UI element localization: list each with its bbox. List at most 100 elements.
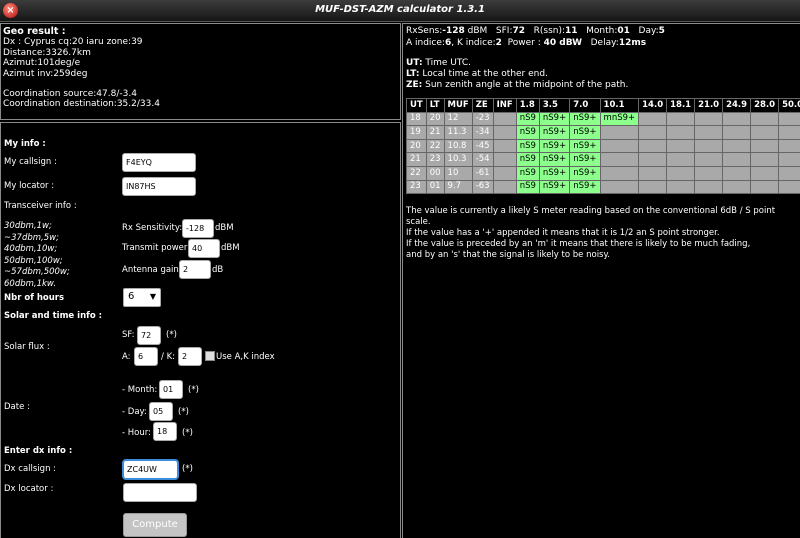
table-cell: -34 [471, 125, 494, 140]
band-empty-cell [750, 138, 780, 154]
band-empty-cell [694, 111, 724, 127]
chevron-down-icon: ▼ [149, 292, 156, 301]
table-cell: 22 [406, 165, 427, 181]
table-cell: 22 [425, 138, 445, 154]
gain-unit: dB [212, 265, 224, 275]
summary-line-2: A indice:6, K indice:2 Power : 40 dBW De… [406, 38, 647, 48]
locator-input[interactable] [122, 177, 196, 196]
a-index-input[interactable] [134, 347, 158, 366]
legend-line: If the value has a '+' appended it means… [406, 228, 720, 238]
column-header: UT [406, 98, 427, 113]
band-signal-cell: nS9+ [569, 152, 601, 167]
band-signal-cell: mnS9+ [599, 111, 640, 127]
use-ak-checkbox[interactable] [205, 351, 215, 361]
transmit-power-input[interactable] [188, 239, 220, 258]
band-signal-cell: nS9 [515, 111, 540, 127]
band-empty-cell [778, 152, 800, 167]
geo-line: Coordination source:47.8/-3.4 [3, 89, 137, 100]
title-bar: × MUF-DST-AZM calculator 1.3.1 [0, 0, 800, 22]
k-index-label: / K: [161, 352, 176, 362]
band-signal-cell: nS9 [515, 152, 540, 167]
date-label: Date : [4, 402, 30, 412]
geo-line: Dx : Cyprus cq:20 iaru zone:39 [3, 37, 143, 48]
required-marker: (*) [182, 464, 193, 474]
legend-line: If the value is preceded by an 'm' it me… [406, 239, 751, 249]
table-cell: 23 [425, 152, 445, 167]
band-empty-cell [722, 138, 752, 154]
table-cell: -54 [471, 152, 494, 167]
column-header: 10.1 [599, 98, 640, 113]
band-signal-cell: nS9+ [538, 152, 571, 167]
power-hint: ~37dbm,5w; [4, 232, 59, 243]
required-marker: (*) [178, 407, 189, 417]
required-marker: (*) [188, 385, 199, 395]
table-cell: 12 [443, 111, 473, 127]
table-cell: -63 [471, 179, 494, 195]
band-empty-cell [638, 165, 668, 181]
column-header: 7.0 [569, 98, 601, 113]
band-empty-cell [638, 138, 668, 154]
hour-input[interactable] [153, 422, 177, 441]
hour-label: - Hour: [122, 428, 151, 438]
table-row: 23 01 9.7 -63 nS9 nS9+ nS9+ [406, 179, 800, 195]
band-empty-cell [778, 138, 800, 154]
antenna-gain-input[interactable] [179, 260, 211, 279]
band-empty-cell [666, 125, 696, 140]
definition-ut: UT: Time UTC. [406, 58, 472, 68]
band-empty-cell [666, 111, 696, 127]
geo-line: Distance:3326.7km [3, 47, 91, 58]
band-signal-cell: nS9 [515, 138, 540, 154]
column-header: LT [425, 98, 445, 113]
column-header: INF [492, 98, 517, 113]
sf-label: SF: [122, 330, 135, 340]
band-empty-cell [750, 179, 780, 195]
band-empty-cell [722, 111, 752, 127]
callsign-input[interactable] [122, 153, 196, 172]
table-cell: 01 [425, 179, 445, 195]
geo-heading: Geo result : [3, 26, 66, 37]
geo-line: Coordination destination:35.2/33.4 [3, 99, 160, 110]
month-input[interactable] [159, 380, 183, 399]
rx-unit: dBM [215, 223, 234, 233]
day-label: - Day: [122, 407, 147, 417]
table-cell [492, 179, 517, 195]
band-empty-cell [694, 125, 724, 140]
power-hints: 30dbm,1w; ~37dbm,5w; 40dbm,10w; 50dbm,10… [4, 221, 114, 290]
table-row: 22 00 10 -61 nS9 nS9+ nS9+ [406, 165, 800, 181]
dx-locator-input[interactable] [123, 483, 197, 502]
hours-label: Nbr of hours [4, 293, 65, 303]
solar-flux-input[interactable] [137, 326, 161, 345]
power-hint: ~57dbm,500w; [4, 267, 70, 277]
band-signal-cell: nS9+ [569, 165, 601, 181]
a-index-label: A: [122, 352, 131, 362]
table-cell: 00 [425, 165, 445, 181]
definition-lt: LT: Local time at the other end. [406, 69, 548, 79]
dx-callsign-input[interactable] [122, 459, 179, 480]
rx-sensitivity-input[interactable] [182, 219, 214, 238]
column-header: 21.0 [694, 98, 724, 113]
k-index-input[interactable] [178, 347, 202, 366]
band-signal-cell: nS9+ [538, 179, 571, 195]
band-empty-cell [778, 111, 800, 127]
column-header: 1.8 [515, 98, 540, 113]
band-empty-cell [666, 165, 696, 181]
band-empty-cell [638, 111, 668, 127]
definition-ze: ZE: Sun zenith angle at the midpoint of … [406, 80, 629, 90]
band-empty-cell [694, 152, 724, 167]
band-empty-cell [722, 179, 752, 195]
compute-button[interactable]: Compute [123, 513, 187, 537]
band-signal-cell: nS9+ [569, 125, 601, 140]
band-signal-cell: nS9 [515, 125, 540, 140]
hours-select[interactable]: 6 ▼ [123, 288, 161, 307]
band-signal-cell: nS9+ [538, 165, 571, 181]
dx-callsign-label: Dx callsign : [4, 464, 57, 474]
day-input[interactable] [149, 402, 173, 421]
band-empty-cell [694, 138, 724, 154]
table-cell: 23 [406, 179, 427, 195]
band-empty-cell [638, 179, 668, 195]
band-empty-cell [599, 125, 640, 140]
solar-time-heading: Solar and time info : [4, 311, 103, 321]
rx-sensitivity-label: Rx Sensitivity: [122, 223, 183, 233]
band-signal-cell: nS9+ [569, 179, 601, 195]
column-header: 3.5 [538, 98, 571, 113]
